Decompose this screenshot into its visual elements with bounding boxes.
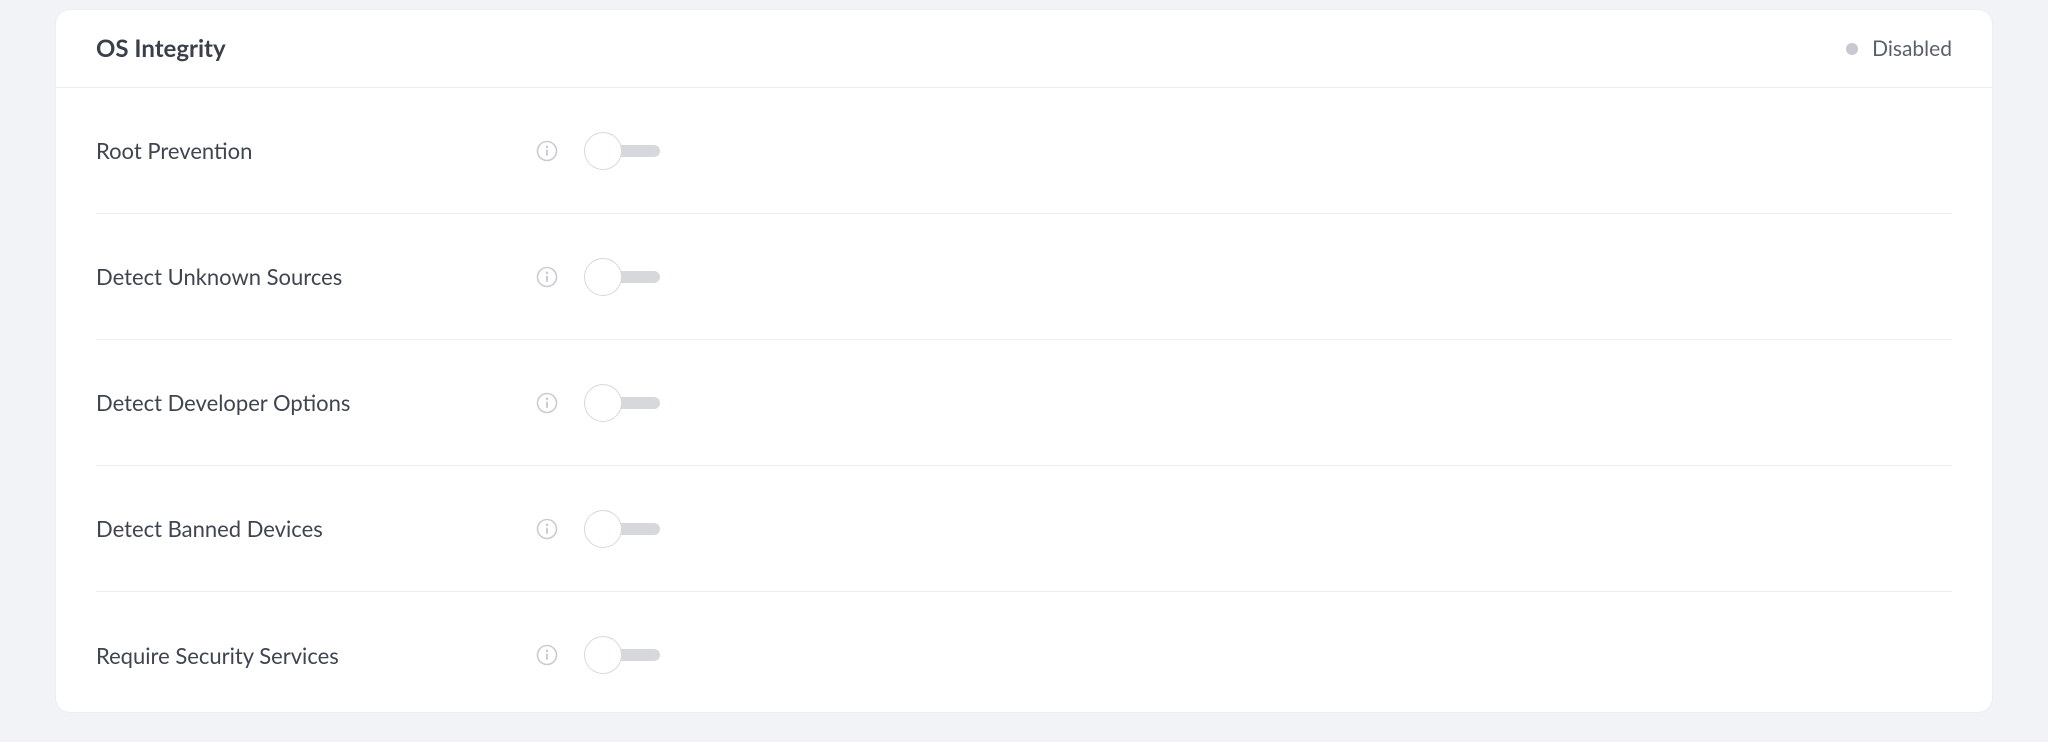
- toggle-root-prevention[interactable]: [584, 132, 664, 170]
- setting-row-detect-unknown-sources: Detect Unknown Sources: [96, 214, 1952, 340]
- toggle-detect-developer-options[interactable]: [584, 384, 664, 422]
- toggle-knob: [584, 384, 622, 422]
- toggle-detect-unknown-sources[interactable]: [584, 258, 664, 296]
- settings-list: Root Prevention Detect Unknown Sources: [56, 88, 1992, 712]
- panel-status: Disabled: [1846, 36, 1952, 61]
- setting-label: Detect Unknown Sources: [96, 263, 536, 290]
- info-icon[interactable]: [536, 140, 558, 162]
- setting-controls: [536, 258, 664, 296]
- setting-controls: [536, 384, 664, 422]
- setting-row-require-security-services: Require Security Services: [96, 592, 1952, 712]
- status-dot-icon: [1846, 43, 1858, 55]
- setting-row-detect-banned-devices: Detect Banned Devices: [96, 466, 1952, 592]
- info-icon[interactable]: [536, 266, 558, 288]
- setting-controls: [536, 510, 664, 548]
- toggle-knob: [584, 510, 622, 548]
- setting-row-root-prevention: Root Prevention: [96, 88, 1952, 214]
- setting-label: Root Prevention: [96, 137, 536, 164]
- setting-row-detect-developer-options: Detect Developer Options: [96, 340, 1952, 466]
- status-label: Disabled: [1872, 36, 1952, 61]
- panel-header: OS Integrity Disabled: [56, 10, 1992, 88]
- toggle-knob: [584, 636, 622, 674]
- toggle-require-security-services[interactable]: [584, 636, 664, 674]
- setting-controls: [536, 132, 664, 170]
- info-icon[interactable]: [536, 392, 558, 414]
- os-integrity-panel: OS Integrity Disabled Root Prevention De…: [56, 10, 1992, 712]
- setting-controls: [536, 636, 664, 674]
- info-icon[interactable]: [536, 644, 558, 666]
- setting-label: Detect Banned Devices: [96, 515, 536, 542]
- toggle-knob: [584, 132, 622, 170]
- info-icon[interactable]: [536, 518, 558, 540]
- toggle-knob: [584, 258, 622, 296]
- setting-label: Detect Developer Options: [96, 389, 536, 416]
- setting-label: Require Security Services: [96, 642, 536, 669]
- panel-title: OS Integrity: [96, 34, 226, 63]
- toggle-detect-banned-devices[interactable]: [584, 510, 664, 548]
